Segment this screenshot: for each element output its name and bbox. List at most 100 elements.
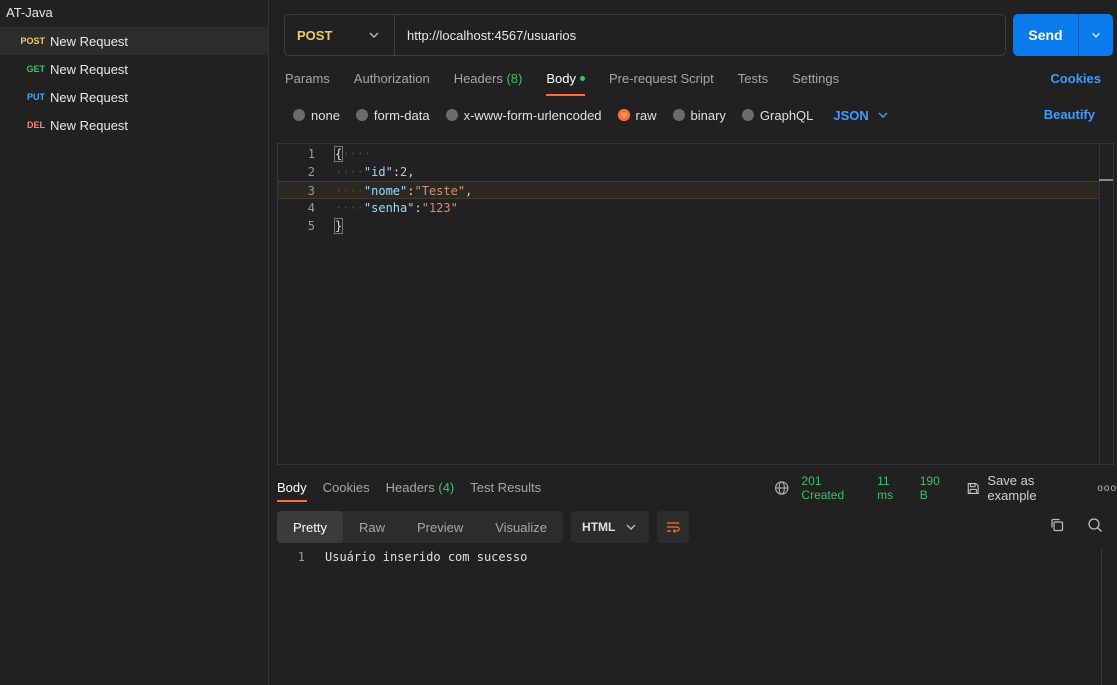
send-options-button[interactable] [1079,14,1113,56]
beautify-button[interactable]: Beautify [1044,107,1095,122]
method-dropdown[interactable]: POST [285,15,395,55]
search-icon [1088,518,1102,532]
json-comma: , [465,184,473,198]
globe-icon[interactable] [774,480,789,496]
response-actions [1027,517,1103,533]
tab-authorization[interactable]: Authorization [354,64,430,96]
body-type-binary[interactable]: binary [672,107,726,123]
body-type-raw[interactable]: raw [617,107,657,123]
whitespace: ···· [335,201,364,215]
cookies-link[interactable]: Cookies [1050,71,1101,86]
save-as-example-button[interactable]: Save as example [966,473,1083,503]
response-tab-body[interactable]: Body [277,474,307,502]
body-type-label: none [311,107,340,123]
whitespace: ···· [342,147,372,161]
json-comma: , [407,165,415,179]
chevron-down-icon [369,32,379,38]
response-tab-headers[interactable]: Headers (4) [386,474,455,502]
send-button[interactable]: Send [1013,14,1079,56]
sidebar-item-get-request[interactable]: GET New Request [0,55,268,83]
radio [445,109,458,121]
response-meta: 201 Created 11 ms 190 B Save as example … [774,473,1117,503]
json-key: "id" [363,165,393,179]
response-tab-cookies[interactable]: Cookies [323,474,370,502]
send-button-group: Send [1013,14,1113,56]
copy-icon [1051,518,1064,532]
body-type-none[interactable]: none [293,108,340,123]
sidebar-item-put-request[interactable]: PUT New Request [0,83,268,111]
response-time[interactable]: 11 ms [877,474,908,502]
view-preview-button[interactable]: Preview [401,511,479,543]
line-number: 1 [297,550,305,564]
body-type-label: binary [690,107,726,123]
tab-body-label: Body [546,71,576,86]
whitespace: ···· [335,184,364,198]
sidebar-item-label: New Request [50,89,129,105]
response-tab-headers-label: Headers [385,480,435,495]
headers-count: (8) [506,71,523,86]
radio [355,109,368,121]
response-tab-test-results[interactable]: Test Results [470,474,541,502]
status-code[interactable]: 201 Created [801,474,865,502]
response-size[interactable]: 190 B [920,474,950,502]
request-tabs: Params Authorization Headers (8) Body Pr… [285,64,863,96]
response-scrollbar[interactable] [1101,548,1111,685]
json-sep: : [414,201,422,215]
wrap-lines-icon [667,522,680,533]
raw-format-dropdown[interactable]: JSON [833,107,890,123]
tab-body[interactable]: Body [546,64,585,96]
code-line: 2 ····"id":2, [278,163,1100,181]
line-number: 3 [307,184,315,198]
body-type-graphql[interactable]: GraphQL [741,108,813,123]
scrollbar-cursor-marker [1099,179,1113,181]
save-icon [967,482,979,494]
chevron-down-icon [1092,32,1100,38]
url-input[interactable] [395,15,1005,55]
chevron-down-icon [626,524,636,530]
tab-headers[interactable]: Headers (8) [454,64,523,96]
url-bar: POST [284,14,1006,56]
method-value: POST [297,27,333,43]
line-number: 4 [307,201,315,215]
code-line: 5} [278,217,1100,235]
tab-tests[interactable]: Tests [738,64,768,96]
response-format-value: HTML [582,520,616,534]
response-toolbar: Pretty Raw Preview Visualize HTML [277,511,690,543]
code-line: 1 {···· [278,145,1100,163]
body-type-label: form-data [373,107,430,123]
view-pretty-button[interactable]: Pretty [277,511,343,543]
copy-button[interactable] [1049,517,1065,533]
whitespace: ···· [335,165,364,179]
tab-pre-request-script[interactable]: Pre-request Script [609,64,714,96]
raw-format-value: JSON [833,107,869,123]
json-value: "123" [421,201,458,215]
tab-settings[interactable]: Settings [792,64,839,96]
wrap-lines-button[interactable] [657,511,690,543]
sidebar-item-label: New Request [50,61,129,77]
body-code-editor[interactable]: 1 {···· 2 ····"id":2, 3 ····"nome":"Teste",… [277,143,1114,465]
body-type-label: raw [635,107,657,123]
sidebar-item-del-request[interactable]: DEL New Request [0,111,268,139]
line-number: 5 [307,219,315,233]
tab-params[interactable]: Params [285,64,330,96]
radio-checked [617,109,630,121]
collection-title[interactable]: AT-Java [0,0,268,27]
more-options-icon[interactable]: ooo [1097,483,1117,494]
radio [741,109,754,121]
code-line: 4 ····"senha":"123" [278,199,1100,217]
response-headers-count: (4) [438,480,455,495]
tab-headers-label: Headers [453,71,503,86]
response-body-viewer[interactable]: 1 Usuário inserido com sucesso [277,548,528,566]
sidebar-item-post-request[interactable]: POST New Request [0,27,268,55]
response-tabs: Body Cookies Headers (4) Test Results [277,474,557,502]
response-format-dropdown[interactable]: HTML [571,511,650,543]
view-raw-button[interactable]: Raw [343,511,401,543]
body-modified-dot [579,76,585,82]
editor-scrollbar[interactable] [1099,144,1113,464]
body-type-form-data[interactable]: form-data [355,107,430,123]
body-type-options: none form-data x-www-form-urlencoded raw… [293,106,891,124]
view-visualize-button[interactable]: Visualize [479,511,563,543]
json-value: "Teste" [414,184,466,198]
body-type-urlencoded[interactable]: x-www-form-urlencoded [445,108,602,123]
search-button[interactable] [1087,517,1103,533]
